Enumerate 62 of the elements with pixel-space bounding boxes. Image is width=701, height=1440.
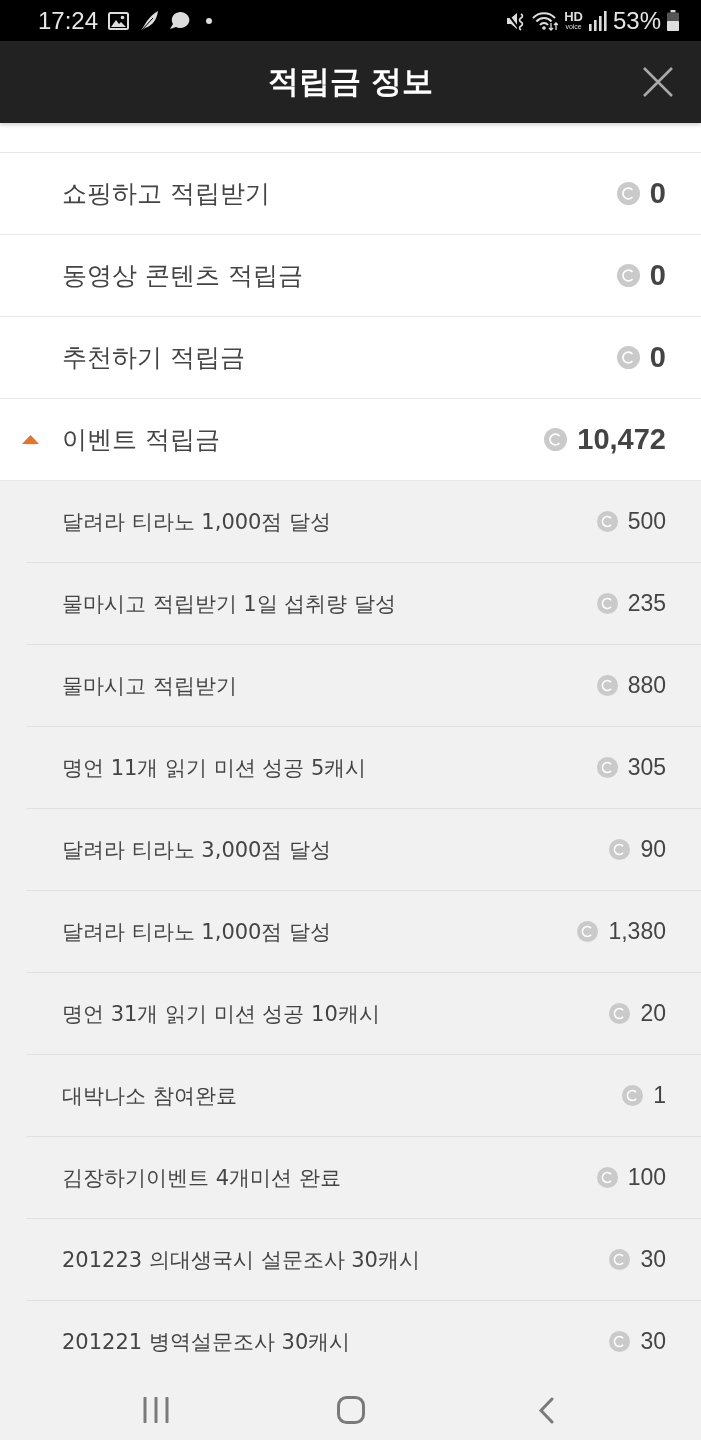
coin-icon	[544, 428, 568, 451]
event-label: 달려라 티라노 3,000점 달성	[62, 836, 333, 864]
event-amount: 500	[627, 508, 666, 535]
coin-icon	[616, 346, 640, 369]
triangle-up-icon[interactable]	[22, 435, 39, 444]
category-label: 이벤트 적립금	[62, 424, 221, 456]
wifi-icon	[532, 10, 559, 31]
battery-icon	[667, 10, 679, 31]
event-amount: 1	[653, 1082, 666, 1109]
coin-icon	[596, 675, 618, 696]
category-amount: 0	[649, 259, 666, 292]
battery-percent: 53%	[612, 8, 661, 33]
event-label: 201223 의대생국시 설문조사 30캐시	[62, 1246, 421, 1274]
signal-icon	[588, 10, 607, 31]
coin-icon	[609, 1331, 631, 1352]
coin-icon	[616, 264, 640, 287]
coin-icon	[596, 511, 618, 532]
coin-icon	[609, 839, 631, 860]
close-icon	[641, 65, 675, 99]
coin-icon	[596, 1167, 618, 1188]
coin-icon	[577, 921, 599, 942]
event-amount: 235	[627, 590, 666, 617]
coin-icon	[596, 757, 618, 778]
hd-label: HD	[564, 10, 583, 23]
event-amount: 1,380	[608, 918, 666, 945]
dot-icon	[206, 17, 213, 24]
coin-icon	[609, 1249, 631, 1270]
event-label: 달려라 티라노 1,000점 달성	[62, 918, 333, 946]
event-amount: 30	[640, 1328, 666, 1355]
category-label: 쇼핑하고 적립받기	[62, 178, 271, 210]
chat-bubble-icon	[169, 11, 191, 30]
page-title: 적립금 정보	[267, 63, 434, 101]
image-icon	[108, 11, 130, 30]
event-amount: 305	[627, 754, 666, 781]
coin-icon	[596, 593, 618, 614]
category-label: 동영상 콘텐츠 적립금	[62, 260, 304, 292]
event-label: 명언 11개 읽기 미션 성공 5캐시	[62, 754, 368, 782]
close-button[interactable]	[641, 65, 675, 99]
recent-apps-icon	[142, 1397, 169, 1423]
home-icon	[336, 1396, 365, 1424]
coin-icon	[616, 182, 640, 205]
coin-icon	[609, 1003, 631, 1024]
event-amount: 90	[640, 836, 666, 863]
feather-icon	[139, 9, 160, 32]
event-label: 물마시고 적립받기 1일 섭취량 달성	[62, 590, 398, 618]
event-label: 물마시고 적립받기	[62, 672, 238, 700]
event-amount: 100	[627, 1164, 666, 1191]
category-amount: 0	[649, 177, 666, 210]
event-label: 명언 31개 읽기 미션 성공 10캐시	[62, 1000, 381, 1028]
event-amount: 20	[640, 1000, 666, 1027]
category-amount: 10,472	[577, 423, 666, 456]
event-label: 달려라 티라노 1,000점 달성	[62, 508, 333, 536]
status-time: 17:24	[38, 8, 99, 33]
event-label: 201221 병역설문조사 30캐시	[62, 1328, 352, 1356]
event-label: 김장하기이벤트 4개미션 완료	[62, 1164, 342, 1192]
event-label: 대박나소 참여완료	[62, 1082, 238, 1110]
event-amount: 30	[640, 1246, 666, 1273]
category-amount: 0	[649, 341, 666, 374]
event-amount: 880	[627, 672, 666, 699]
category-label: 추천하기 적립금	[62, 342, 246, 374]
coin-icon	[622, 1085, 644, 1106]
back-icon	[537, 1396, 554, 1424]
